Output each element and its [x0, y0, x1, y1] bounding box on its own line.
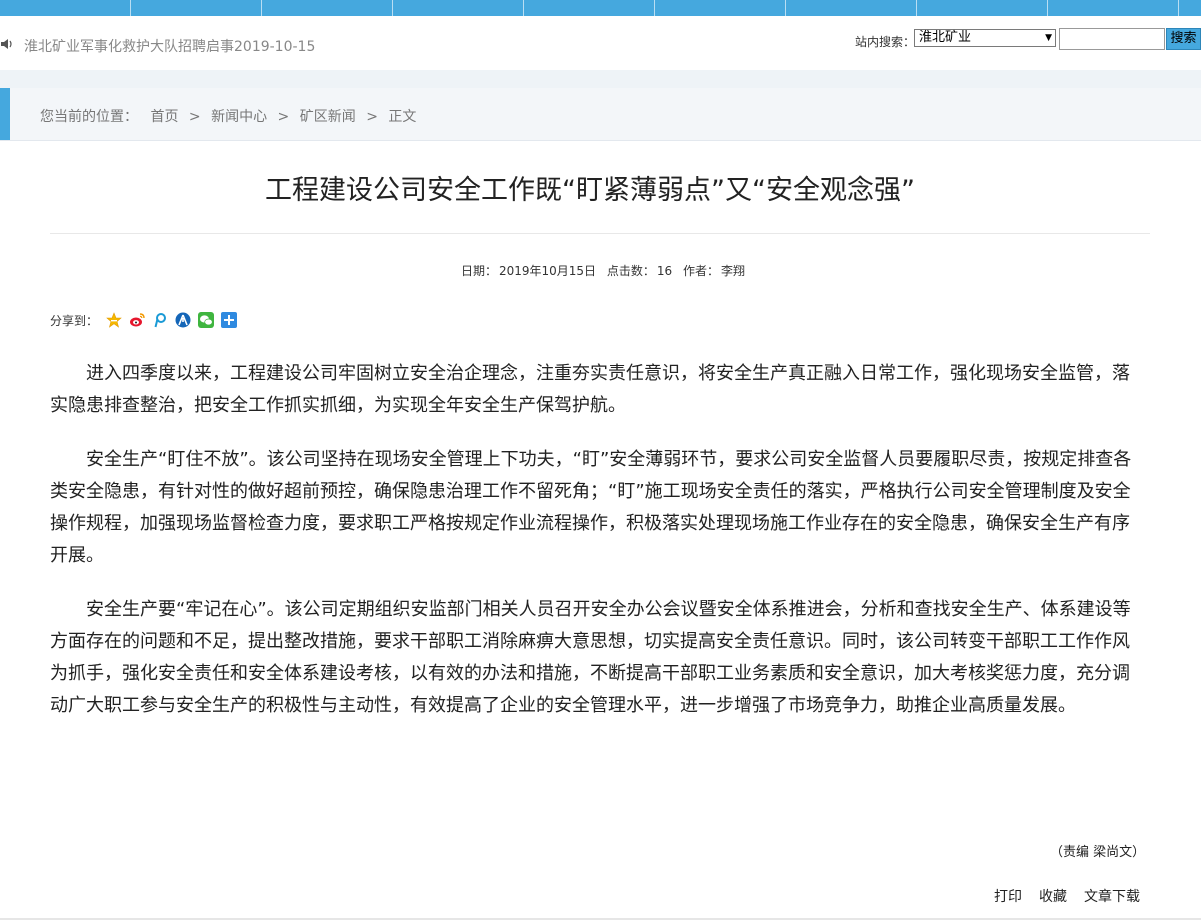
author-label: 作者：	[683, 264, 720, 278]
click-count: 16	[656, 264, 673, 278]
header-divider-band	[0, 70, 1201, 88]
site-search-label: 站内搜索：	[855, 35, 916, 49]
speaker-icon	[1, 39, 12, 49]
search-button[interactable]: 搜索	[1166, 28, 1201, 50]
date-label: 日期：	[460, 264, 497, 278]
breadcrumb-home[interactable]: 首页	[150, 109, 178, 125]
more-share-icon[interactable]	[221, 312, 238, 328]
pengyou-icon[interactable]	[152, 312, 168, 328]
search-scope-select[interactable]: 淮北矿业 ▼	[914, 29, 1056, 47]
article-paragraph: 安全生产要“牢记在心”。该公司定期组织安监部门相关人员召开安全办公会议暨安全体系…	[50, 599, 1131, 716]
nav-segment[interactable]	[655, 0, 786, 16]
article-title: 工程建设公司安全工作既“盯紧薄弱点”又“安全观念强”	[265, 175, 915, 206]
nav-segment[interactable]	[1048, 0, 1179, 16]
nav-segment[interactable]	[131, 0, 262, 16]
nav-segment[interactable]	[917, 0, 1048, 16]
article-paragraph: 进入四季度以来，工程建设公司牢固树立安全治企理念，注重夯实责任意识，将安全生产真…	[50, 363, 1130, 416]
breadcrumb-current: 正文	[388, 109, 417, 125]
share-label: 分享到：	[50, 313, 99, 328]
nav-segment[interactable]	[0, 0, 131, 16]
weibo-icon[interactable]	[129, 312, 145, 328]
search-input[interactable]	[1059, 28, 1165, 50]
breadcrumb-separator: >	[366, 109, 378, 125]
breadcrumb: 您当前的位置： 首页 > 新闻中心 > 矿区新闻 > 正文	[40, 106, 416, 126]
breadcrumb-accent	[0, 88, 10, 140]
wechat-icon[interactable]	[198, 312, 215, 328]
nav-segment[interactable]	[393, 0, 524, 16]
article-author: 李翔	[721, 264, 746, 278]
article-date: 2019年10月15日	[498, 264, 597, 278]
breadcrumb-prefix: 您当前的位置：	[40, 109, 138, 125]
download-link[interactable]: 文章下载	[1084, 886, 1140, 906]
favorite-link[interactable]: 收藏	[1039, 886, 1067, 906]
nav-segment[interactable]	[262, 0, 393, 16]
qzone-icon[interactable]	[106, 312, 122, 328]
clicks-label: 点击数：	[606, 264, 655, 278]
article-actions: 打印 收藏 文章下载	[994, 886, 1140, 906]
breadcrumb-mine-news[interactable]: 矿区新闻	[300, 109, 356, 125]
title-divider	[50, 233, 1150, 234]
article-body: 进入四季度以来，工程建设公司牢固树立安全治企理念，注重夯实责任意识，将安全生产真…	[50, 358, 1140, 744]
nav-segment[interactable]	[786, 0, 917, 16]
share-bar: 分享到：	[50, 311, 244, 329]
news-ticker-link[interactable]: 淮北矿业军事化救护大队招聘启事2019-10-15	[24, 36, 315, 56]
breadcrumb-bar: 您当前的位置： 首页 > 新闻中心 > 矿区新闻 > 正文	[0, 88, 1201, 141]
breadcrumb-news-center[interactable]: 新闻中心	[211, 109, 267, 125]
breadcrumb-separator: >	[188, 109, 201, 125]
breadcrumb-separator: >	[277, 109, 290, 125]
article-paragraph: 安全生产“盯住不放”。该公司坚持在现场安全管理上下功夫，“盯”安全薄弱环节，要求…	[50, 449, 1132, 566]
renren-icon[interactable]	[175, 312, 191, 328]
article-meta: 日期： 2019年10月15日 点击数： 16 作者： 李翔	[0, 262, 1201, 279]
chevron-down-icon: ▼	[1045, 33, 1052, 43]
nav-segment[interactable]	[524, 0, 655, 16]
top-nav-bar	[0, 0, 1201, 16]
search-scope-value: 淮北矿业	[919, 30, 972, 45]
editor-credit: （责编 梁尚文）	[1050, 845, 1146, 860]
print-link[interactable]: 打印	[994, 886, 1022, 906]
